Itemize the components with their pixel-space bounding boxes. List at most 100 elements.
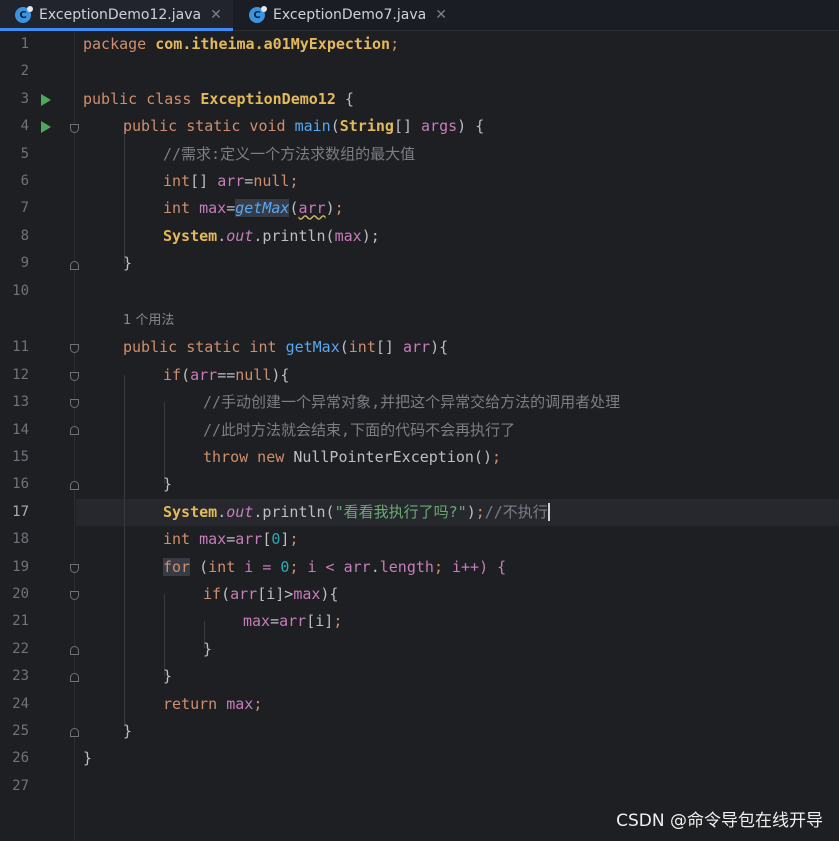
keyword: public static int <box>123 338 286 357</box>
line-number: 21 <box>12 613 29 630</box>
code-line-8: System.out.println(max); <box>163 223 380 250</box>
code-line-26: } <box>83 745 92 772</box>
brackets: [] <box>393 117 422 136</box>
fold-icon[interactable] <box>70 728 79 737</box>
variable: max <box>243 612 271 631</box>
line-number: 8 <box>20 227 29 244</box>
loop-condition: i < <box>307 557 344 576</box>
paren: ( <box>190 557 209 576</box>
field: length <box>379 557 434 576</box>
semicolon: ; <box>333 612 343 631</box>
code-line-16: } <box>163 471 172 498</box>
field: out <box>226 502 254 521</box>
line-number: 16 <box>12 476 29 493</box>
tab-exceptiondemo12[interactable]: C ExceptionDemo12.java ✕ <box>0 0 233 31</box>
line-number: 14 <box>12 421 29 438</box>
code-area[interactable]: package com.itheima.a01MyExpection; publ… <box>76 31 839 841</box>
indent-guide <box>124 127 125 264</box>
line-number: 2 <box>20 63 29 80</box>
variable: max <box>226 694 254 713</box>
tab-label: ExceptionDemo7.java <box>273 7 427 23</box>
code-line-22: } <box>203 636 212 663</box>
fold-icon[interactable] <box>70 481 79 490</box>
dot: . <box>370 557 380 576</box>
brace: } <box>123 254 133 273</box>
line-number: 23 <box>12 668 29 685</box>
fold-icon[interactable] <box>70 564 79 573</box>
method-call: .println( <box>253 502 335 521</box>
code-line-24: return max; <box>163 691 262 718</box>
keyword: for <box>163 557 191 576</box>
fold-icon[interactable] <box>70 261 79 270</box>
variable: arr <box>279 612 307 631</box>
dot: . <box>217 502 227 521</box>
usages-hint[interactable]: 1 个用法 <box>123 307 174 334</box>
line-number: 3 <box>20 90 29 107</box>
code-line-25: } <box>123 718 132 745</box>
operator: = <box>244 172 254 190</box>
keyword: int <box>163 172 191 190</box>
semicolon: ; <box>289 530 299 549</box>
run-icon[interactable] <box>41 121 51 133</box>
variable: max <box>199 530 227 549</box>
code-line-12: if(arr==null){ <box>163 362 289 389</box>
variable: arr <box>235 530 263 549</box>
variable: max <box>334 226 362 245</box>
brace: } <box>203 639 213 658</box>
field: out <box>226 226 254 245</box>
code-line-4: public static void main(String[] args) { <box>123 113 484 140</box>
fold-icon[interactable] <box>70 646 79 655</box>
fold-icon[interactable] <box>70 591 79 600</box>
tab-exceptiondemo7[interactable]: C ExceptionDemo7.java ✕ <box>234 0 454 30</box>
fold-icon[interactable] <box>70 399 79 408</box>
brace: ){ <box>271 365 290 384</box>
line-number: 11 <box>12 339 29 356</box>
watermark: CSDN @命令导包在线开导 <box>616 811 823 831</box>
parameter: args <box>421 117 458 136</box>
fold-icon[interactable] <box>70 426 79 435</box>
class-name: System <box>163 226 218 245</box>
method-call: getMax <box>235 199 290 218</box>
usages-label: 1 个用法 <box>123 313 175 328</box>
close-icon[interactable]: ✕ <box>435 7 447 23</box>
code-line-23: } <box>163 663 172 690</box>
comment: //手动创建一个异常对象,并把这个异常交给方法的调用者处理 <box>203 393 621 412</box>
method-call: .println( <box>253 226 335 245</box>
semicolon: ; <box>433 557 452 576</box>
code-line-7: int max=getMax(arr); <box>163 195 344 222</box>
code-editor: C ExceptionDemo12.java ✕ C ExceptionDemo… <box>0 0 839 841</box>
comment: //不执行 <box>484 502 550 521</box>
code-line-21: max=arr[i]; <box>243 608 342 635</box>
brace: ){ <box>430 338 449 357</box>
code-line-13: //手动创建一个异常对象,并把这个异常交给方法的调用者处理 <box>203 389 620 416</box>
brace: } <box>123 722 133 740</box>
brace: ){ <box>320 585 339 603</box>
close-icon[interactable]: ✕ <box>210 7 222 23</box>
brackets: [] <box>190 172 218 190</box>
variable: max <box>293 585 321 603</box>
constructor-call: NullPointerException() <box>293 448 492 466</box>
keyword: public class <box>83 89 201 108</box>
fold-icon[interactable] <box>70 344 79 353</box>
semicolon: ; <box>334 199 344 218</box>
code-line-15: throw new NullPointerException(); <box>203 444 501 471</box>
run-icon[interactable] <box>41 93 51 106</box>
code-line-5: //需求:定义一个方法求数组的最大值 <box>163 141 415 168</box>
line-number: 10 <box>12 282 29 299</box>
line-number: 27 <box>12 777 29 794</box>
code-line-9: } <box>123 250 132 277</box>
keyword: null <box>253 172 290 190</box>
line-number: 9 <box>20 255 29 272</box>
semicolon: ; <box>492 448 502 466</box>
code-line-20: if(arr[i]>max){ <box>203 581 338 608</box>
editor-gutter[interactable]: 1 2 3 4 5 6 7 8 9 10 11 12 13 14 15 16 1… <box>0 31 79 841</box>
string-literal: "看看我执行了吗?" <box>334 502 467 521</box>
method-name: main <box>294 117 331 136</box>
line-number: 1 <box>20 36 29 52</box>
variable: max <box>199 199 227 218</box>
fold-icon[interactable] <box>70 673 79 682</box>
fold-icon[interactable] <box>70 372 79 381</box>
semicolon: ; <box>390 35 400 53</box>
operator: == <box>217 365 236 384</box>
fold-icon[interactable] <box>70 124 79 133</box>
